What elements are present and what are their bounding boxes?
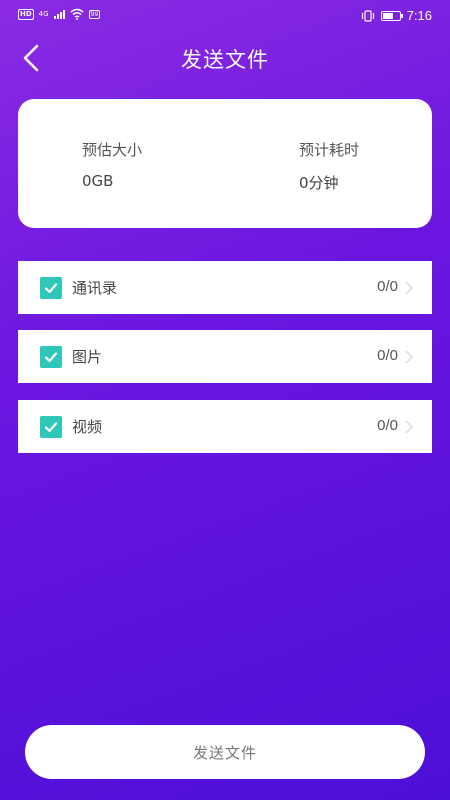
send-files-button[interactable]: 发送文件 [25,725,425,779]
summary-card: 预估大小 0GB 预计耗时 0分钟 [18,99,432,228]
images-checkbox[interactable] [40,346,62,368]
item-count: 0/0 [377,417,398,434]
contacts-checkbox[interactable] [40,277,62,299]
hd-badge: HD [18,8,34,20]
item-count: 0/0 [377,278,398,295]
estimated-size-value: 0GB [82,172,114,190]
page-title: 发送文件 [181,48,269,72]
status-bar: HD 4G 99 7:16 [0,0,450,30]
chevron-right-icon [405,420,414,434]
nav-bar: 发送文件 [0,38,450,78]
list-item-images[interactable]: 图片 0/0 [18,330,432,383]
estimated-time-value: 0分钟 [299,174,339,192]
clock-time: 7:16 [406,8,432,23]
list-item-videos[interactable]: 视频 0/0 [18,400,432,453]
status-right: 7:16 [361,8,432,23]
checkmark-icon [44,422,58,433]
checkmark-icon [44,352,58,363]
status-left: HD 4G 99 [18,8,101,20]
chevron-right-icon [405,350,414,364]
videos-checkbox[interactable] [40,416,62,438]
list-item-contacts[interactable]: 通讯录 0/0 [18,261,432,314]
battery-saver-badge: 99 [88,9,101,19]
item-count: 0/0 [377,347,398,364]
estimated-time-label: 预计耗时 [299,141,360,159]
battery-icon [380,10,403,21]
signal-icon [53,9,65,19]
vibrate-icon [361,9,374,22]
item-label: 图片 [72,348,103,366]
estimated-size-label: 预估大小 [82,141,143,159]
chevron-right-icon [405,281,414,295]
network-type: 4G [38,10,49,18]
item-label: 视频 [72,418,103,436]
checkmark-icon [44,283,58,294]
estimated-size: 预估大小 0GB [82,139,142,190]
wifi-icon [70,8,84,20]
estimated-time: 预计耗时 0分钟 [299,139,359,193]
item-label: 通讯录 [72,279,118,297]
